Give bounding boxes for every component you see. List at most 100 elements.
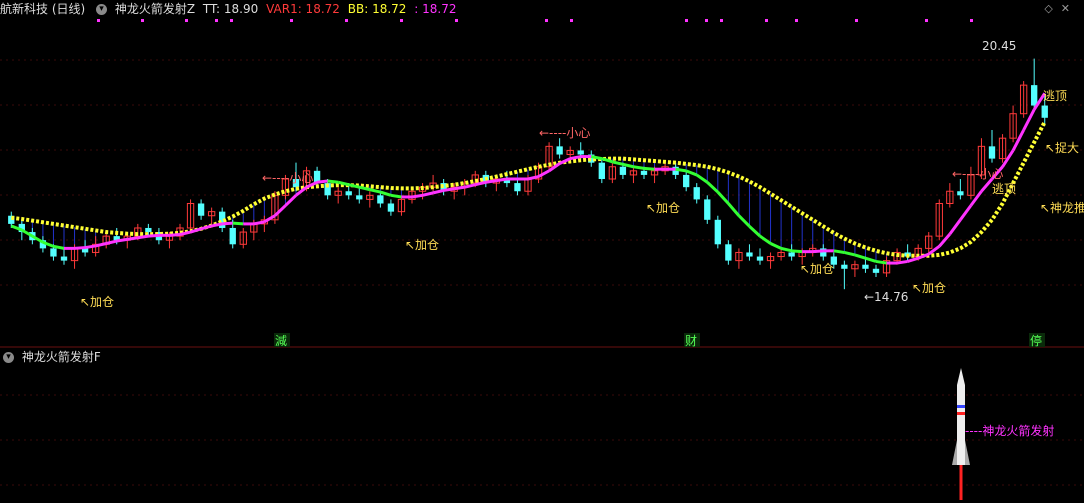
candle-down bbox=[197, 203, 205, 216]
candle-down bbox=[872, 268, 880, 273]
jiacang-label: ↖加仓 bbox=[80, 295, 114, 309]
magenta-ma-segment bbox=[633, 165, 645, 170]
magenta-ma-segment bbox=[896, 259, 908, 265]
magenta-ma-segment bbox=[273, 204, 287, 217]
magenta-ma-segment bbox=[854, 253, 866, 260]
taoding-label: 逃顶 bbox=[1043, 89, 1067, 103]
magenta-ma-segment bbox=[959, 204, 973, 221]
magenta-ma-segment bbox=[105, 239, 118, 245]
magenta-ma-segment bbox=[74, 246, 86, 250]
grid-lines bbox=[0, 59, 1084, 486]
candle-down bbox=[356, 195, 363, 200]
magenta-ma-segment bbox=[716, 191, 730, 205]
magenta-ma-segment bbox=[369, 188, 381, 194]
signal-dot bbox=[925, 19, 928, 22]
magenta-ma-segment bbox=[422, 191, 434, 197]
magenta-ma-segment bbox=[453, 185, 465, 191]
magenta-ma-segment bbox=[485, 179, 497, 184]
signal-dot bbox=[97, 19, 100, 22]
magenta-ma-segment bbox=[769, 242, 782, 250]
magenta-ma-segment bbox=[927, 245, 941, 256]
magenta-ma-segment bbox=[316, 179, 328, 184]
magenta-ma-segment bbox=[791, 249, 803, 254]
candle-down bbox=[841, 264, 848, 269]
candle-down bbox=[1031, 85, 1038, 106]
candle-down bbox=[862, 264, 869, 269]
magenta-ma-segment bbox=[496, 177, 508, 183]
candle-down bbox=[345, 191, 352, 196]
magenta-ma-segment bbox=[590, 155, 603, 161]
rocket-fin bbox=[952, 440, 957, 465]
magenta-ma-segment bbox=[284, 194, 298, 207]
magenta-ma-segment bbox=[907, 256, 919, 263]
candle-down bbox=[598, 162, 605, 179]
kline-chart[interactable]: ↖加仓↖加仓↖加仓↖加仓↖加仓←----小心←----小心←----小心逃顶逃顶… bbox=[0, 0, 1084, 503]
magenta-ma-segment bbox=[748, 225, 762, 238]
candle-down bbox=[377, 195, 384, 204]
magenta-ma-segment bbox=[969, 190, 983, 207]
candle-down bbox=[514, 183, 521, 192]
signal-dot bbox=[455, 19, 458, 22]
magenta-ma-segment bbox=[253, 220, 265, 226]
candle-down bbox=[988, 146, 996, 159]
magenta-ma-segment bbox=[537, 169, 550, 178]
magenta-ma-segment bbox=[411, 193, 423, 199]
rocket-label: ----神龙火箭发射 bbox=[965, 423, 1054, 438]
signal-dot bbox=[795, 19, 798, 22]
jiacang-label: ↖加仓 bbox=[912, 281, 946, 295]
candle-down bbox=[640, 170, 648, 175]
magenta-ma-segment bbox=[232, 221, 244, 226]
magenta-ma-segment bbox=[1011, 129, 1025, 152]
xiaoxin-label: ←----小心 bbox=[539, 126, 590, 140]
magenta-ma-segment bbox=[263, 214, 276, 224]
jiacang-label: ↖加仓 bbox=[405, 238, 439, 252]
magenta-ma-segment bbox=[327, 179, 339, 184]
xiaoxin-label: ←----小心 bbox=[262, 171, 313, 185]
signal-dot bbox=[290, 19, 293, 22]
signal-dot bbox=[855, 19, 858, 22]
zhuoda-label: ↖捉大 bbox=[1045, 140, 1079, 155]
magenta-ma-segment bbox=[443, 187, 455, 192]
candle-down bbox=[725, 244, 732, 261]
magenta-ma-segment bbox=[780, 246, 792, 253]
rocket-nose bbox=[957, 368, 965, 385]
magenta-ma-segment bbox=[464, 183, 476, 189]
candle-down bbox=[746, 252, 753, 257]
magenta-ma-segment bbox=[948, 218, 962, 235]
taoding-label: 逃顶 bbox=[992, 182, 1016, 196]
signal-dot bbox=[185, 19, 188, 22]
candle-down bbox=[577, 150, 584, 155]
magenta-ma-segment bbox=[727, 202, 741, 217]
magenta-ma-segment bbox=[612, 160, 624, 166]
event-marker: 财 bbox=[685, 334, 697, 348]
signal-dots bbox=[97, 19, 973, 22]
magenta-ma-segment bbox=[643, 166, 655, 171]
magenta-ma-segment bbox=[685, 169, 698, 177]
magenta-ma-segment bbox=[812, 249, 824, 254]
candle-down bbox=[60, 256, 68, 261]
magenta-ma-segment bbox=[737, 214, 751, 228]
signal-dot bbox=[705, 19, 708, 22]
signal-dot bbox=[345, 19, 348, 22]
event-marker: 減 bbox=[275, 333, 287, 348]
candle-down bbox=[50, 248, 57, 257]
candle-down bbox=[1041, 105, 1048, 118]
magenta-ma-segment bbox=[211, 222, 223, 228]
magenta-ma-segment bbox=[833, 249, 845, 254]
magenta-ma-segment bbox=[695, 173, 709, 184]
jiacang-label: ↖加仓 bbox=[646, 201, 680, 215]
candle-down bbox=[714, 219, 721, 245]
signal-dot bbox=[230, 19, 233, 22]
rocket-stripe bbox=[957, 412, 965, 415]
signal-dot bbox=[141, 19, 144, 22]
jiacang-label: ↖加仓 bbox=[800, 262, 834, 276]
candle-down bbox=[619, 166, 627, 175]
magenta-ma-segment bbox=[379, 190, 392, 197]
magenta-ma-segment bbox=[84, 244, 96, 250]
signal-dot bbox=[970, 19, 973, 22]
magenta-ma-segment bbox=[865, 256, 877, 263]
candle-down bbox=[957, 191, 964, 196]
candle-down bbox=[556, 146, 563, 155]
event-marker: 停 bbox=[1030, 333, 1042, 348]
signal-dot bbox=[545, 19, 548, 22]
